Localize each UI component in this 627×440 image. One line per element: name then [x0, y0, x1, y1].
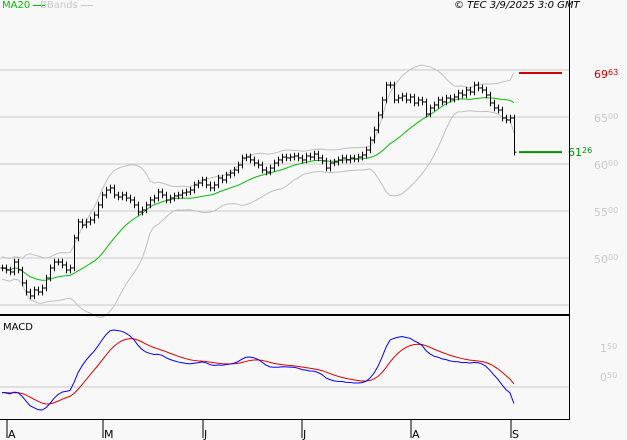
month-label: A — [412, 428, 420, 440]
ma20-line — [1, 97, 515, 281]
legend-ma20: MA20 — [2, 0, 46, 11]
month-label: A — [8, 428, 16, 440]
month-label: J — [302, 428, 306, 440]
legend-bbands: BBands — [40, 0, 93, 11]
month-label: S — [512, 428, 519, 440]
bollinger-lower — [1, 110, 515, 318]
macd-label: MACD — [3, 322, 33, 333]
copyright-timestamp: © TEC 3/9/2025 3:0 GMT — [454, 0, 580, 11]
macd-tick-label: 150 — [600, 342, 617, 355]
y-tick-label: 6000 — [594, 159, 618, 172]
macd-line — [1, 329, 515, 411]
y-tick-label: 6500 — [594, 112, 618, 125]
last-price-label: 6126 — [568, 146, 592, 159]
y-tick-label: 5000 — [594, 253, 618, 266]
month-label: M — [104, 428, 114, 440]
chart-svg: 6500 6000 5500 5000 6963 6126 150 050 A M J J A S — [0, 0, 618, 440]
month-label: J — [203, 428, 207, 440]
high-price-label: 6963 — [594, 68, 618, 81]
y-tick-label: 5500 — [594, 206, 618, 219]
macd-tick-label: 050 — [600, 371, 617, 384]
chart-root: 6500 6000 5500 5000 6963 6126 150 050 A M J J A S MA2… — [0, 0, 627, 440]
